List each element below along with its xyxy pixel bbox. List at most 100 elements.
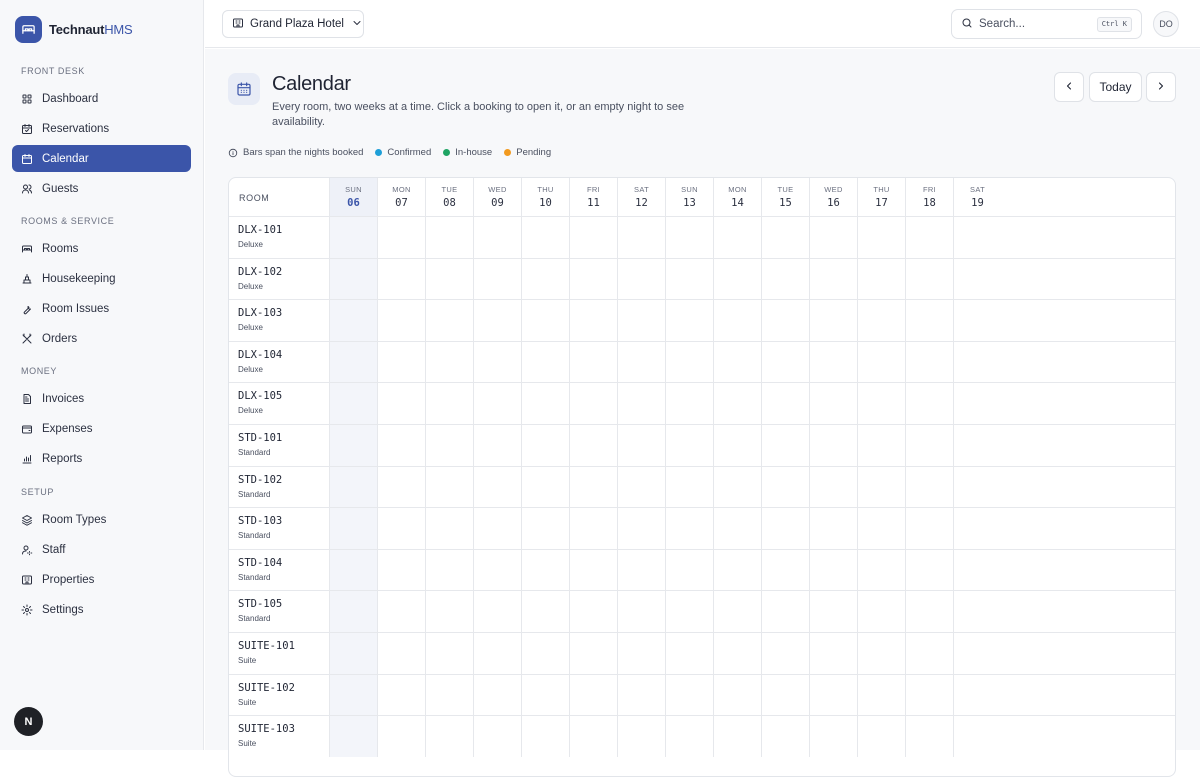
workspace-avatar[interactable]: N [14, 707, 43, 736]
night-cell[interactable] [809, 716, 857, 758]
night-cell[interactable] [953, 217, 1001, 258]
night-cell[interactable] [473, 674, 521, 716]
night-cell[interactable] [761, 633, 809, 674]
night-cell[interactable] [809, 300, 857, 342]
night-cell[interactable] [953, 508, 1001, 550]
night-cell[interactable] [809, 383, 857, 425]
night-cell[interactable] [665, 716, 713, 758]
night-cell[interactable] [377, 716, 425, 758]
night-cell[interactable] [857, 591, 905, 633]
night-cell[interactable] [713, 258, 761, 300]
next-button[interactable] [1146, 72, 1176, 102]
night-cell[interactable] [473, 425, 521, 466]
night-cell[interactable] [809, 591, 857, 633]
night-cell[interactable] [425, 549, 473, 591]
sidebar-item-rooms[interactable]: Rooms [12, 235, 191, 262]
night-cell[interactable] [905, 716, 953, 758]
sidebar-item-staff[interactable]: Staff [12, 536, 191, 563]
night-cell[interactable] [713, 341, 761, 383]
night-cell[interactable] [617, 716, 665, 758]
night-cell[interactable] [761, 591, 809, 633]
night-cell[interactable] [617, 341, 665, 383]
night-cell[interactable] [857, 508, 905, 550]
night-cell[interactable] [377, 466, 425, 508]
night-cell[interactable] [857, 466, 905, 508]
hotel-selector[interactable]: Grand Plaza Hotel [222, 10, 364, 38]
night-cell[interactable] [569, 341, 617, 383]
night-cell[interactable] [857, 258, 905, 300]
night-cell[interactable] [761, 258, 809, 300]
night-cell[interactable] [665, 466, 713, 508]
night-cell[interactable] [473, 383, 521, 425]
night-cell[interactable] [761, 716, 809, 758]
night-cell[interactable] [569, 425, 617, 466]
night-cell[interactable] [329, 633, 377, 674]
night-cell[interactable] [665, 300, 713, 342]
night-cell[interactable] [617, 217, 665, 258]
night-cell[interactable] [473, 549, 521, 591]
sidebar-item-reservations[interactable]: Reservations [12, 115, 191, 142]
night-cell[interactable] [713, 217, 761, 258]
night-cell[interactable] [857, 633, 905, 674]
today-button[interactable]: Today [1089, 72, 1142, 102]
night-cell[interactable] [617, 674, 665, 716]
night-cell[interactable] [761, 508, 809, 550]
night-cell[interactable] [425, 258, 473, 300]
night-cell[interactable] [329, 508, 377, 550]
night-cell[interactable] [713, 508, 761, 550]
night-cell[interactable] [377, 508, 425, 550]
night-cell[interactable] [521, 425, 569, 466]
night-cell[interactable] [425, 217, 473, 258]
night-cell[interactable] [569, 383, 617, 425]
night-cell[interactable] [761, 300, 809, 342]
night-cell[interactable] [857, 716, 905, 758]
night-cell[interactable] [857, 217, 905, 258]
night-cell[interactable] [761, 674, 809, 716]
night-cell[interactable] [329, 466, 377, 508]
night-cell[interactable] [713, 716, 761, 758]
night-cell[interactable] [473, 300, 521, 342]
night-cell[interactable] [569, 591, 617, 633]
night-cell[interactable] [425, 383, 473, 425]
night-cell[interactable] [713, 591, 761, 633]
sidebar-item-guests[interactable]: Guests [12, 175, 191, 202]
user-avatar[interactable]: DO [1153, 11, 1179, 37]
night-cell[interactable] [953, 425, 1001, 466]
night-cell[interactable] [809, 466, 857, 508]
night-cell[interactable] [473, 341, 521, 383]
night-cell[interactable] [521, 466, 569, 508]
night-cell[interactable] [473, 258, 521, 300]
night-cell[interactable] [521, 300, 569, 342]
night-cell[interactable] [905, 425, 953, 466]
night-cell[interactable] [521, 258, 569, 300]
night-cell[interactable] [713, 466, 761, 508]
night-cell[interactable] [521, 508, 569, 550]
night-cell[interactable] [569, 716, 617, 758]
night-cell[interactable] [809, 508, 857, 550]
night-cell[interactable] [473, 508, 521, 550]
night-cell[interactable] [809, 258, 857, 300]
night-cell[interactable] [761, 425, 809, 466]
night-cell[interactable] [617, 633, 665, 674]
night-cell[interactable] [425, 508, 473, 550]
night-cell[interactable] [425, 425, 473, 466]
night-cell[interactable] [809, 674, 857, 716]
night-cell[interactable] [329, 674, 377, 716]
night-cell[interactable] [857, 383, 905, 425]
night-cell[interactable] [617, 425, 665, 466]
night-cell[interactable] [473, 716, 521, 758]
night-cell[interactable] [521, 591, 569, 633]
night-cell[interactable] [905, 300, 953, 342]
night-cell[interactable] [377, 300, 425, 342]
night-cell[interactable] [905, 258, 953, 300]
night-cell[interactable] [857, 674, 905, 716]
night-cell[interactable] [617, 258, 665, 300]
night-cell[interactable] [617, 300, 665, 342]
night-cell[interactable] [953, 383, 1001, 425]
night-cell[interactable] [761, 549, 809, 591]
night-cell[interactable] [569, 633, 617, 674]
night-cell[interactable] [905, 383, 953, 425]
sidebar-item-room-types[interactable]: Room Types [12, 506, 191, 533]
night-cell[interactable] [425, 300, 473, 342]
night-cell[interactable] [329, 300, 377, 342]
